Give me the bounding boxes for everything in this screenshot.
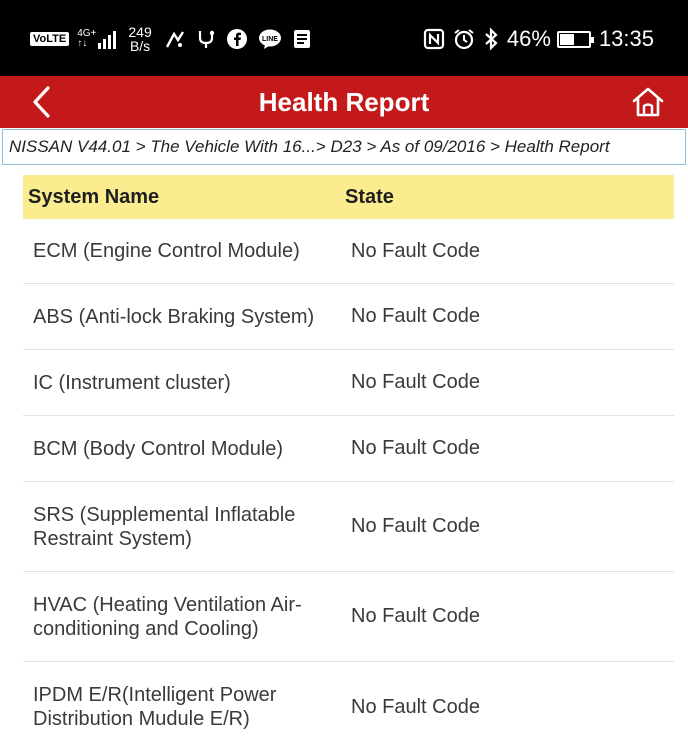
facebook-icon [226, 28, 248, 50]
table-header: System Name State [23, 175, 674, 219]
system-name-cell: BCM (Body Control Module) [33, 437, 284, 460]
battery-icon [556, 30, 594, 48]
system-name-cell: SRS (Supplemental Inflatable Restraint S… [33, 503, 296, 550]
svg-text:LINE: LINE [262, 36, 278, 43]
state-cell: No Fault Code [351, 305, 480, 327]
home-button[interactable] [628, 82, 668, 122]
alarm-icon [453, 28, 475, 50]
system-name-cell: ABS (Anti-lock Braking System) [33, 305, 315, 328]
battery-percent: 46% [506, 26, 551, 51]
system-name-cell: IPDM E/R(Intelligent Power Distribution … [33, 684, 277, 730]
breadcrumb: NISSAN V44.01 > The Vehicle With 16...> … [2, 129, 686, 165]
state-cell: No Fault Code [351, 605, 480, 627]
news-app-icon [292, 28, 312, 50]
home-icon [632, 87, 664, 117]
notification-diagnostic-icon [164, 28, 186, 50]
system-name-cell: HVAC (Heating Ventilation Air-conditioni… [33, 593, 302, 640]
health-report-table: System Name State ECM (Engine Control Mo… [23, 175, 674, 752]
state-cell: No Fault Code [351, 437, 480, 459]
system-name-cell: IC (Instrument cluster) [33, 371, 231, 394]
status-bar-left: VoLTE 4G+ ↑↓ 249 B/s LINE [30, 24, 322, 54]
usb-debug-icon [196, 28, 216, 50]
table-row[interactable]: ABS (Anti-lock Braking System) No Fault … [23, 284, 674, 350]
column-header-system-name: System Name [28, 185, 160, 208]
system-name-cell: ECM (Engine Control Module) [33, 240, 300, 262]
network-sub-label: ↑↓ [77, 38, 88, 49]
page-title: Health Report [258, 87, 430, 117]
nfc-icon [423, 28, 445, 50]
network-speed-unit: B/s [129, 38, 151, 54]
table-row[interactable]: IC (Instrument cluster) No Fault Code [23, 350, 674, 416]
clock-time: 13:35 [598, 26, 654, 51]
column-header-state: State [345, 185, 394, 208]
status-bar: VoLTE 4G+ ↑↓ 249 B/s LINE 46% 13:35 [0, 0, 688, 76]
signal-strength-icon [98, 29, 118, 49]
table-row[interactable]: IPDM E/R(Intelligent Power Distribution … [23, 662, 674, 752]
volte-badge: VoLTE [30, 32, 70, 46]
network-speed-value: 249 [128, 24, 152, 40]
state-cell: No Fault Code [351, 515, 480, 537]
line-app-icon: LINE [258, 28, 282, 50]
table-row[interactable]: SRS (Supplemental Inflatable Restraint S… [23, 482, 674, 572]
bluetooth-icon [483, 27, 499, 51]
table-row[interactable]: ECM (Engine Control Module) No Fault Cod… [23, 219, 674, 284]
table-row[interactable]: BCM (Body Control Module) No Fault Code [23, 416, 674, 482]
state-cell: No Fault Code [351, 695, 480, 718]
state-cell: No Fault Code [351, 371, 480, 393]
network-speed: 249 B/s [128, 25, 151, 53]
network-type: 4G+ ↑↓ [77, 29, 96, 49]
app-header: Health Report [0, 76, 688, 128]
table-row[interactable]: HVAC (Heating Ventilation Air-conditioni… [23, 572, 674, 662]
state-cell: No Fault Code [351, 239, 480, 262]
status-bar-right: 46% 13:35 [423, 24, 654, 54]
